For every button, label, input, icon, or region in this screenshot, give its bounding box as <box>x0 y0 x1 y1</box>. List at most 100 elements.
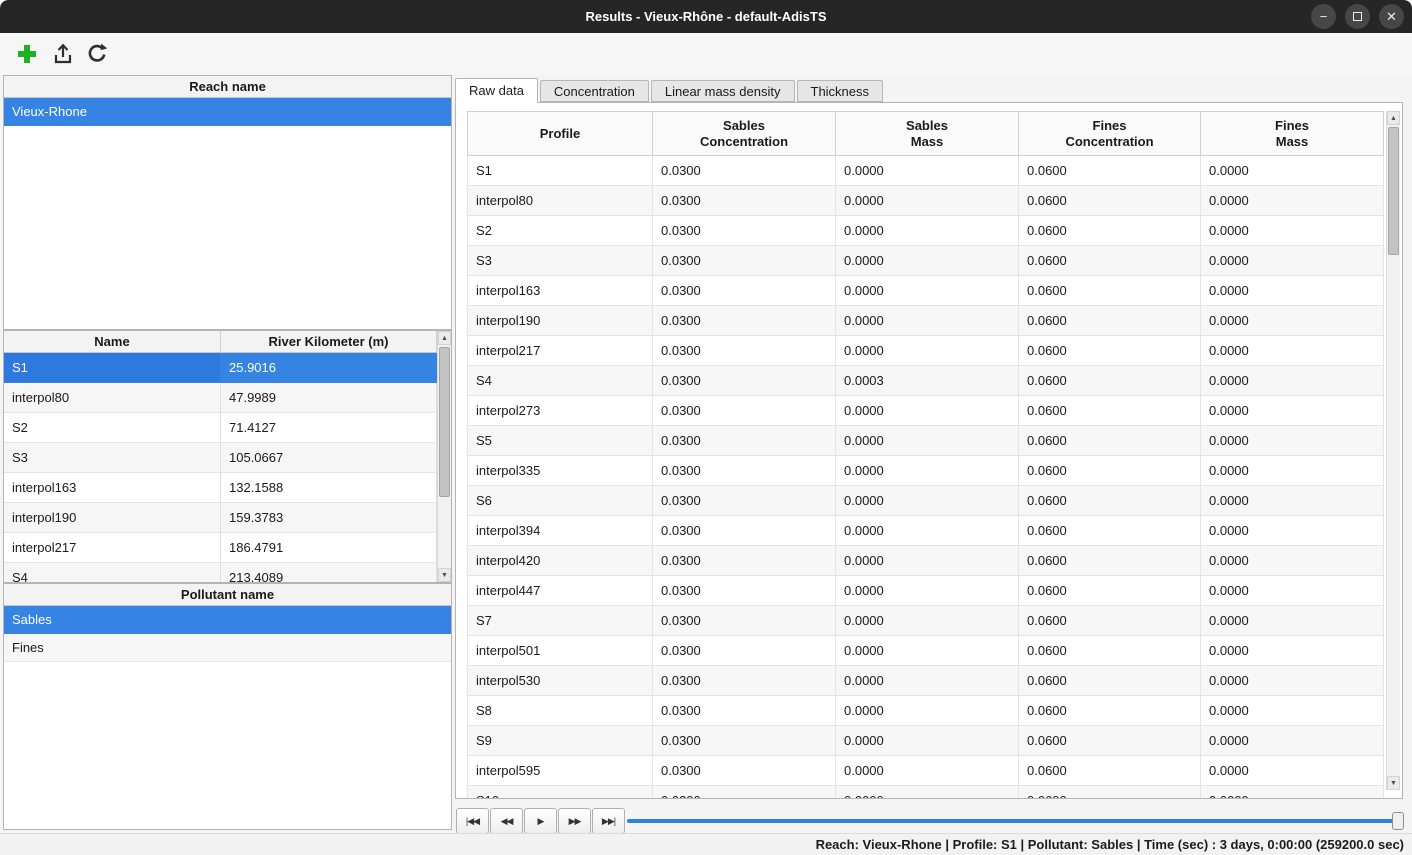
data-row[interactable]: interpol3350.03000.00000.06000.0000 <box>468 456 1384 486</box>
value-cell[interactable]: 0.0003 <box>836 366 1019 396</box>
value-cell[interactable]: 0.0000 <box>836 246 1019 276</box>
profile-cell[interactable]: interpol530 <box>468 666 653 696</box>
profile-name-cell[interactable]: interpol217 <box>4 533 221 563</box>
export-button[interactable] <box>46 38 80 70</box>
profile-cell[interactable]: S10 <box>468 786 653 800</box>
value-cell[interactable]: 0.0000 <box>836 636 1019 666</box>
value-cell[interactable]: 0.0000 <box>1201 456 1384 486</box>
value-cell[interactable]: 0.0000 <box>836 666 1019 696</box>
profile-row[interactable]: interpol163132.1588 <box>4 473 437 503</box>
pollutant-item[interactable]: Sables <box>4 606 451 634</box>
profile-cell[interactable]: interpol501 <box>468 636 653 666</box>
tab-linear-mass-density[interactable]: Linear mass density <box>651 80 795 102</box>
value-cell[interactable]: 0.0000 <box>836 546 1019 576</box>
scroll-up-icon[interactable]: ▲ <box>1387 111 1400 125</box>
value-cell[interactable]: 0.0300 <box>653 726 836 756</box>
value-cell[interactable]: 0.0000 <box>836 606 1019 636</box>
tab-concentration[interactable]: Concentration <box>540 80 649 102</box>
value-cell[interactable]: 0.0000 <box>1201 486 1384 516</box>
value-cell[interactable]: 0.0300 <box>653 216 836 246</box>
data-row[interactable]: S70.03000.00000.06000.0000 <box>468 606 1384 636</box>
value-cell[interactable]: 0.0000 <box>1201 366 1384 396</box>
profile-cell[interactable]: interpol163 <box>468 276 653 306</box>
value-cell[interactable]: 0.0000 <box>836 456 1019 486</box>
value-cell[interactable]: 0.0000 <box>1201 756 1384 786</box>
value-cell[interactable]: 0.0300 <box>653 336 836 366</box>
profile-name-cell[interactable]: S2 <box>4 413 221 443</box>
profile-cell[interactable]: S5 <box>468 426 653 456</box>
value-cell[interactable]: 0.0600 <box>1019 396 1201 426</box>
value-cell[interactable]: 0.0600 <box>1019 696 1201 726</box>
data-row[interactable]: interpol800.03000.00000.06000.0000 <box>468 186 1384 216</box>
profiles-scrollbar-thumb[interactable] <box>439 347 450 497</box>
value-cell[interactable]: 0.0000 <box>1201 186 1384 216</box>
data-row[interactable]: S10.03000.00000.06000.0000 <box>468 156 1384 186</box>
value-cell[interactable]: 0.0300 <box>653 486 836 516</box>
profile-row[interactable]: interpol217186.4791 <box>4 533 437 563</box>
value-cell[interactable]: 0.0000 <box>1201 156 1384 186</box>
profile-row[interactable]: S271.4127 <box>4 413 437 443</box>
data-row[interactable]: S90.03000.00000.06000.0000 <box>468 726 1384 756</box>
play-button[interactable]: ▶ <box>524 808 557 834</box>
profile-row[interactable]: interpol190159.3783 <box>4 503 437 533</box>
value-cell[interactable]: 0.0600 <box>1019 516 1201 546</box>
data-row[interactable]: S80.03000.00000.06000.0000 <box>468 696 1384 726</box>
value-cell[interactable]: 0.0000 <box>836 696 1019 726</box>
reach-item[interactable]: Vieux-Rhone <box>4 98 451 126</box>
value-cell[interactable]: 0.0000 <box>1201 396 1384 426</box>
data-row[interactable]: interpol4200.03000.00000.06000.0000 <box>468 546 1384 576</box>
value-cell[interactable]: 0.0000 <box>836 336 1019 366</box>
profile-cell[interactable]: interpol190 <box>468 306 653 336</box>
data-row[interactable]: S20.03000.00000.06000.0000 <box>468 216 1384 246</box>
value-cell[interactable]: 0.0000 <box>836 276 1019 306</box>
profile-km-cell[interactable]: 47.9989 <box>221 383 437 413</box>
value-cell[interactable]: 0.0300 <box>653 246 836 276</box>
last-button[interactable]: ▶▶| <box>592 808 625 834</box>
profile-km-cell[interactable]: 186.4791 <box>221 533 437 563</box>
profile-cell[interactable]: interpol420 <box>468 546 653 576</box>
value-cell[interactable]: 0.0000 <box>1201 696 1384 726</box>
value-cell[interactable]: 0.0000 <box>1201 666 1384 696</box>
data-row[interactable]: interpol5300.03000.00000.06000.0000 <box>468 666 1384 696</box>
value-cell[interactable]: 0.0300 <box>653 396 836 426</box>
value-cell[interactable]: 0.0600 <box>1019 606 1201 636</box>
profile-cell[interactable]: S8 <box>468 696 653 726</box>
profile-cell[interactable]: interpol447 <box>468 576 653 606</box>
value-cell[interactable]: 0.0300 <box>653 306 836 336</box>
data-row[interactable]: S30.03000.00000.06000.0000 <box>468 246 1384 276</box>
value-cell[interactable]: 0.0300 <box>653 696 836 726</box>
data-row[interactable]: interpol2730.03000.00000.06000.0000 <box>468 396 1384 426</box>
value-cell[interactable]: 0.0000 <box>836 516 1019 546</box>
value-cell[interactable]: 0.0000 <box>836 186 1019 216</box>
value-cell[interactable]: 0.0300 <box>653 516 836 546</box>
value-cell[interactable]: 0.0600 <box>1019 576 1201 606</box>
value-cell[interactable]: 0.0000 <box>836 786 1019 800</box>
value-cell[interactable]: 0.0300 <box>653 276 836 306</box>
profile-name-cell[interactable]: interpol190 <box>4 503 221 533</box>
value-cell[interactable]: 0.0300 <box>653 756 836 786</box>
tab-thickness[interactable]: Thickness <box>797 80 884 102</box>
value-cell[interactable]: 0.0000 <box>836 726 1019 756</box>
data-row[interactable]: interpol2170.03000.00000.06000.0000 <box>468 336 1384 366</box>
data-row[interactable]: interpol5010.03000.00000.06000.0000 <box>468 636 1384 666</box>
value-cell[interactable]: 0.0000 <box>1201 636 1384 666</box>
value-cell[interactable]: 0.0600 <box>1019 456 1201 486</box>
profile-cell[interactable]: S1 <box>468 156 653 186</box>
profile-row[interactable]: S3105.0667 <box>4 443 437 473</box>
rewind-button[interactable]: ◀◀ <box>490 808 523 834</box>
value-cell[interactable]: 0.0000 <box>1201 216 1384 246</box>
value-cell[interactable]: 0.0600 <box>1019 546 1201 576</box>
value-cell[interactable]: 0.0300 <box>653 156 836 186</box>
data-row[interactable]: interpol4470.03000.00000.06000.0000 <box>468 576 1384 606</box>
value-cell[interactable]: 0.0000 <box>836 486 1019 516</box>
table-scrollbar-thumb[interactable] <box>1388 127 1399 255</box>
value-cell[interactable]: 0.0000 <box>836 396 1019 426</box>
profile-cell[interactable]: interpol335 <box>468 456 653 486</box>
profile-km-cell[interactable]: 213.4089 <box>221 563 437 582</box>
value-cell[interactable]: 0.0300 <box>653 546 836 576</box>
value-cell[interactable]: 0.0000 <box>836 306 1019 336</box>
profile-name-cell[interactable]: interpol163 <box>4 473 221 503</box>
time-slider-handle[interactable] <box>1392 812 1404 830</box>
value-cell[interactable]: 0.0600 <box>1019 336 1201 366</box>
profile-row[interactable]: S125.9016 <box>4 353 437 383</box>
